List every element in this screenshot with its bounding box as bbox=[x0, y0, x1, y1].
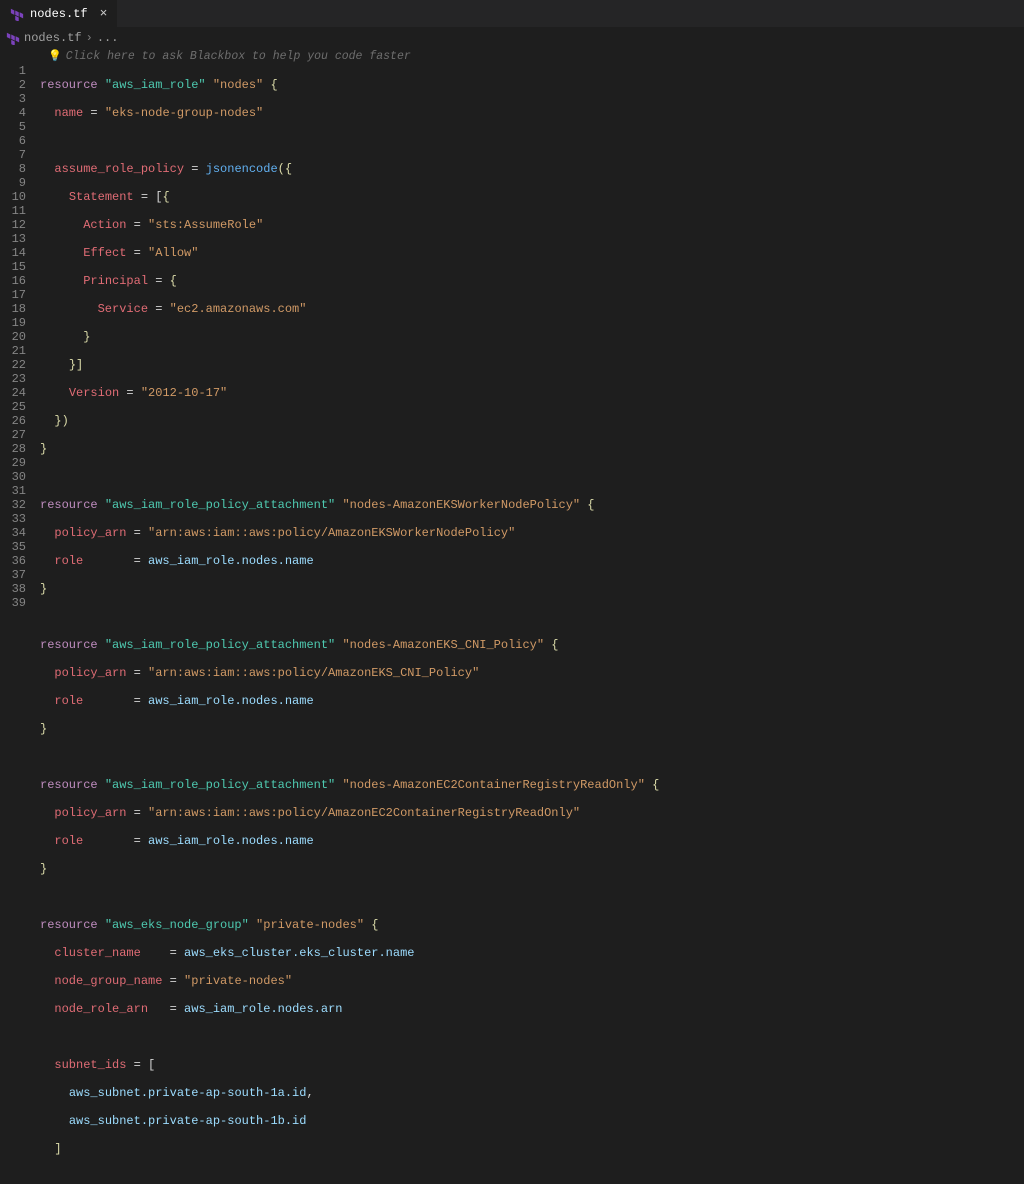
line-number-gutter: 1234567891011121314151617181920212223242… bbox=[0, 64, 40, 1184]
tab-label: nodes.tf bbox=[30, 7, 88, 21]
terraform-icon bbox=[6, 31, 20, 45]
line-number: 9 bbox=[0, 176, 26, 190]
breadcrumb-trail: ... bbox=[97, 31, 119, 45]
line-number: 39 bbox=[0, 596, 26, 610]
line-number: 24 bbox=[0, 386, 26, 400]
line-number: 2 bbox=[0, 78, 26, 92]
line-number: 13 bbox=[0, 232, 26, 246]
line-number: 4 bbox=[0, 106, 26, 120]
line-number: 30 bbox=[0, 470, 26, 484]
line-number: 18 bbox=[0, 302, 26, 316]
line-number: 23 bbox=[0, 372, 26, 386]
line-number: 31 bbox=[0, 484, 26, 498]
line-number: 6 bbox=[0, 134, 26, 148]
line-number: 33 bbox=[0, 512, 26, 526]
tab-bar: nodes.tf × bbox=[0, 0, 1024, 28]
line-number: 25 bbox=[0, 400, 26, 414]
line-number: 5 bbox=[0, 120, 26, 134]
line-number: 32 bbox=[0, 498, 26, 512]
line-number: 12 bbox=[0, 218, 26, 232]
line-number: 27 bbox=[0, 428, 26, 442]
line-number: 22 bbox=[0, 358, 26, 372]
line-number: 28 bbox=[0, 442, 26, 456]
line-number: 38 bbox=[0, 582, 26, 596]
hint-text: Click here to ask Blackbox to help you c… bbox=[66, 50, 411, 63]
line-number: 35 bbox=[0, 540, 26, 554]
editor[interactable]: 1234567891011121314151617181920212223242… bbox=[0, 64, 1024, 1184]
line-number: 3 bbox=[0, 92, 26, 106]
line-number: 14 bbox=[0, 246, 26, 260]
close-icon[interactable]: × bbox=[100, 6, 108, 21]
line-number: 19 bbox=[0, 316, 26, 330]
terraform-icon bbox=[10, 7, 24, 21]
line-number: 8 bbox=[0, 162, 26, 176]
line-number: 1 bbox=[0, 64, 26, 78]
code-area[interactable]: resource "aws_iam_role" "nodes" { name =… bbox=[40, 64, 1024, 1184]
chevron-right-icon: › bbox=[86, 31, 93, 45]
line-number: 21 bbox=[0, 344, 26, 358]
lightbulb-icon: 💡 bbox=[48, 49, 62, 63]
breadcrumb[interactable]: nodes.tf › ... bbox=[0, 28, 1024, 48]
line-number: 36 bbox=[0, 554, 26, 568]
line-number: 37 bbox=[0, 568, 26, 582]
line-number: 34 bbox=[0, 526, 26, 540]
line-number: 15 bbox=[0, 260, 26, 274]
line-number: 10 bbox=[0, 190, 26, 204]
tab-nodes-tf[interactable]: nodes.tf × bbox=[0, 0, 117, 28]
line-number: 17 bbox=[0, 288, 26, 302]
line-number: 7 bbox=[0, 148, 26, 162]
line-number: 16 bbox=[0, 274, 26, 288]
line-number: 11 bbox=[0, 204, 26, 218]
line-number: 26 bbox=[0, 414, 26, 428]
blackbox-hint[interactable]: 💡 Click here to ask Blackbox to help you… bbox=[0, 48, 1024, 64]
line-number: 29 bbox=[0, 456, 26, 470]
line-number: 20 bbox=[0, 330, 26, 344]
breadcrumb-file: nodes.tf bbox=[24, 31, 82, 45]
